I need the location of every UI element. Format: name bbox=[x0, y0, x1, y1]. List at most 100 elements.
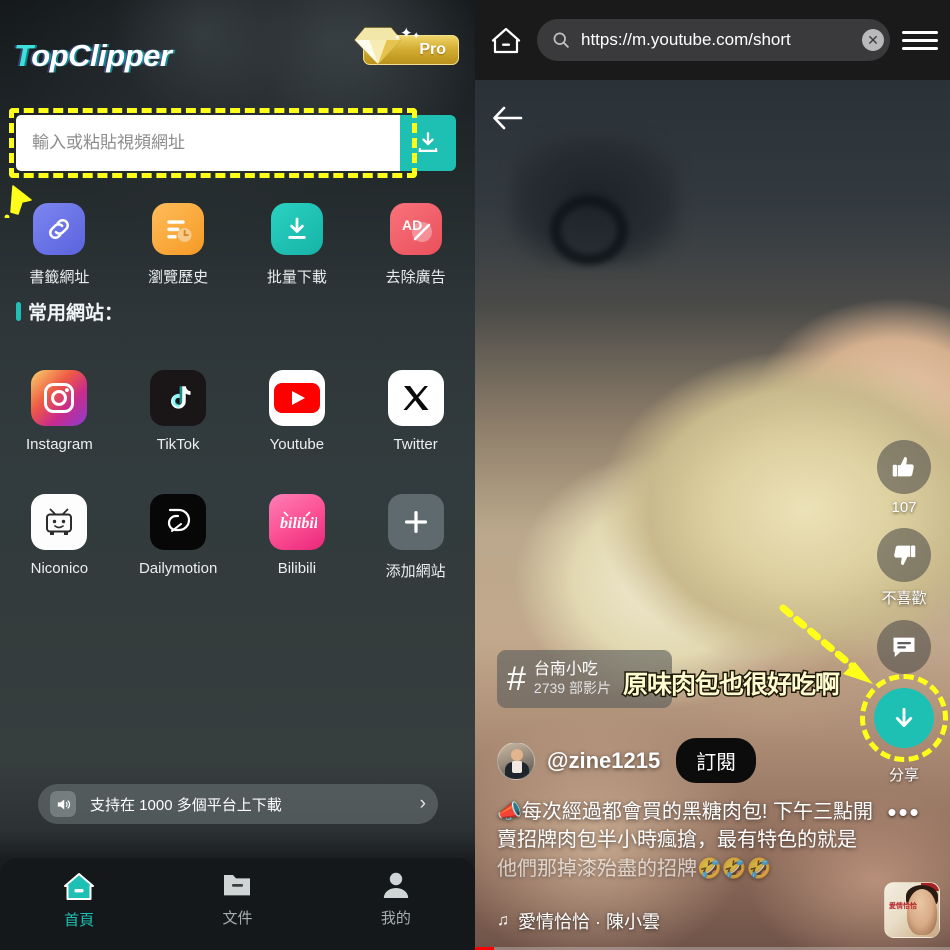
common-sites-heading: 常用網站： bbox=[16, 298, 123, 325]
bilibili-icon: bilibili bbox=[268, 494, 325, 550]
like-button[interactable] bbox=[877, 440, 931, 494]
music-title: 愛情恰恰 · 陳小雲 bbox=[518, 912, 660, 932]
screen-root: TopClipper ✦ ✦ ✦ Pro 輸入或粘貼視頻網址 書籤網址 瀏覽歷史… bbox=[0, 0, 950, 950]
share-download-button[interactable] bbox=[874, 688, 934, 748]
home-icon bbox=[64, 873, 95, 900]
music-note-icon: ♫ bbox=[497, 912, 509, 929]
home-icon bbox=[491, 27, 521, 54]
quick-action-batch-download[interactable]: 批量下載 bbox=[238, 203, 357, 287]
quick-action-bookmarks[interactable]: 書籤網址 bbox=[0, 203, 119, 287]
niconico-icon bbox=[31, 494, 88, 550]
app-logo-initial: T bbox=[14, 38, 32, 73]
sparkle-icon: ✦ bbox=[412, 31, 421, 42]
site-label: Niconico bbox=[30, 560, 89, 577]
site-shortcut-bilibili[interactable]: bilibili Bilibili bbox=[238, 494, 357, 581]
svg-text:bilibili: bilibili bbox=[280, 515, 317, 532]
browser-panel: https://m.youtube.com/short ✕ 107 不喜歡 分享… bbox=[475, 0, 950, 950]
quick-action-label: 批量下載 bbox=[266, 269, 327, 286]
thumbnail-face bbox=[907, 889, 937, 935]
site-label: 添加網站 bbox=[385, 563, 446, 580]
burned-in-subtitle: 原味肉包也很好吃啊 bbox=[621, 670, 841, 701]
address-bar[interactable]: https://m.youtube.com/short ✕ bbox=[537, 19, 890, 61]
chevron-right-icon: › bbox=[419, 793, 426, 814]
site-shortcut-add-site[interactable]: 添加網站 bbox=[356, 494, 475, 581]
hashtag-name: 台南小吃 bbox=[533, 661, 598, 679]
avatar-head bbox=[511, 748, 523, 761]
batch-download-icon bbox=[270, 203, 323, 255]
site-label: Bilibili bbox=[277, 560, 317, 577]
pro-label: Pro bbox=[419, 41, 446, 58]
quick-action-ad-block[interactable]: AD 去除廣告 bbox=[356, 203, 475, 287]
comment-icon bbox=[893, 637, 915, 657]
site-shortcut-instagram[interactable]: Instagram bbox=[0, 370, 119, 453]
quick-action-label: 瀏覽歷史 bbox=[148, 269, 209, 286]
channel-handle[interactable]: @zine1215 bbox=[547, 748, 660, 774]
nav-label: 首頁 bbox=[64, 912, 95, 929]
heading-accent-bar bbox=[16, 302, 21, 321]
dislike-button[interactable] bbox=[877, 528, 931, 582]
diamond-icon bbox=[354, 27, 402, 65]
download-icon bbox=[418, 132, 438, 153]
site-label: Dailymotion bbox=[138, 560, 218, 577]
folder-icon bbox=[224, 875, 251, 896]
history-icon bbox=[152, 203, 205, 255]
site-label: TikTok bbox=[156, 436, 200, 453]
link-icon bbox=[33, 203, 86, 255]
avatar-collar bbox=[512, 760, 522, 773]
nav-item-files[interactable]: 文件 bbox=[158, 870, 316, 928]
more-dots-icon[interactable]: ••• bbox=[870, 797, 938, 828]
video-caption[interactable]: 📣每次經過都會買的黑糖肉包! 下午三點開 賣招牌肉包半小時瘋搶，最有特色的就是 … bbox=[497, 798, 917, 883]
quick-action-label: 書籤網址 bbox=[29, 269, 90, 286]
next-video-thumbnail[interactable]: 愛情恰恰 bbox=[884, 882, 940, 938]
sparkle-icon: ✦ bbox=[400, 25, 413, 42]
nav-item-profile[interactable]: 我的 bbox=[317, 870, 475, 928]
dailymotion-icon bbox=[150, 494, 207, 550]
channel-row: @zine1215 訂閱 bbox=[497, 738, 757, 783]
site-shortcut-twitter[interactable]: Twitter bbox=[356, 370, 475, 453]
nav-item-home[interactable]: 首頁 bbox=[0, 870, 158, 930]
caption-line-1: 📣每次經過都會買的黑糖肉包! 下午三點開 bbox=[497, 801, 874, 823]
caption-line-2: 賣招牌肉包半小時瘋搶，最有特色的就是 bbox=[497, 829, 857, 852]
youtube-icon bbox=[268, 370, 325, 426]
browser-toolbar: https://m.youtube.com/short ✕ bbox=[475, 0, 950, 80]
browser-home-button[interactable] bbox=[487, 21, 525, 59]
shorts-video-player[interactable]: 107 不喜歡 分享 ••• # 台南小吃 2739 部影片 原味肉包也很好吃啊… bbox=[475, 80, 950, 950]
app-logo-text: opClipper bbox=[31, 38, 172, 73]
nav-label: 文件 bbox=[222, 910, 253, 927]
address-bar-url: https://m.youtube.com/short bbox=[581, 30, 791, 49]
thumbnail-title: 愛情恰恰 bbox=[889, 903, 917, 910]
quick-action-label: 去除廣告 bbox=[385, 269, 446, 286]
plus-icon bbox=[387, 494, 444, 550]
site-shortcut-youtube[interactable]: Youtube bbox=[238, 370, 357, 453]
comment-button[interactable] bbox=[877, 620, 931, 674]
site-shortcut-dailymotion[interactable]: Dailymotion bbox=[119, 494, 238, 581]
url-input-row bbox=[16, 115, 456, 171]
site-shortcut-tiktok[interactable]: TikTok bbox=[119, 370, 238, 453]
site-shortcuts-grid: Instagram TikTok Youtube Twitter Niconic… bbox=[0, 370, 475, 581]
dislike-label: 不喜歡 bbox=[881, 590, 927, 607]
thumbs-down-icon bbox=[894, 545, 916, 565]
close-icon[interactable]: ✕ bbox=[862, 29, 884, 51]
speaker-icon bbox=[50, 791, 76, 817]
list-menu-icon[interactable] bbox=[902, 22, 938, 58]
site-shortcut-niconico[interactable]: Niconico bbox=[0, 494, 119, 581]
pro-badge-button[interactable]: ✦ ✦ ✦ Pro bbox=[354, 26, 459, 65]
subscribe-button[interactable]: 訂閱 bbox=[676, 738, 757, 783]
thumbs-up-icon bbox=[892, 457, 914, 477]
share-label: 分享 bbox=[888, 767, 919, 784]
back-arrow-icon[interactable] bbox=[489, 98, 529, 138]
site-label: Youtube bbox=[269, 436, 325, 453]
site-label: Twitter bbox=[393, 436, 438, 453]
url-input[interactable] bbox=[16, 115, 400, 171]
heading-label: 常用網站： bbox=[28, 303, 124, 324]
platform-support-banner[interactable]: 支持在 1000 多個平台上下載 › bbox=[38, 784, 438, 824]
quick-actions-row: 書籤網址 瀏覽歷史 批量下載 AD 去除廣告 bbox=[0, 203, 475, 287]
instagram-icon bbox=[31, 370, 88, 426]
avatar[interactable] bbox=[497, 741, 535, 780]
twitter-x-icon bbox=[387, 370, 444, 426]
music-attribution[interactable]: ♫ 愛情恰恰 · 陳小雲 bbox=[497, 908, 660, 934]
quick-action-history[interactable]: 瀏覽歷史 bbox=[119, 203, 238, 287]
topclipper-app-panel: TopClipper ✦ ✦ ✦ Pro 輸入或粘貼視頻網址 書籤網址 瀏覽歷史… bbox=[0, 0, 475, 950]
download-button[interactable] bbox=[400, 115, 456, 171]
